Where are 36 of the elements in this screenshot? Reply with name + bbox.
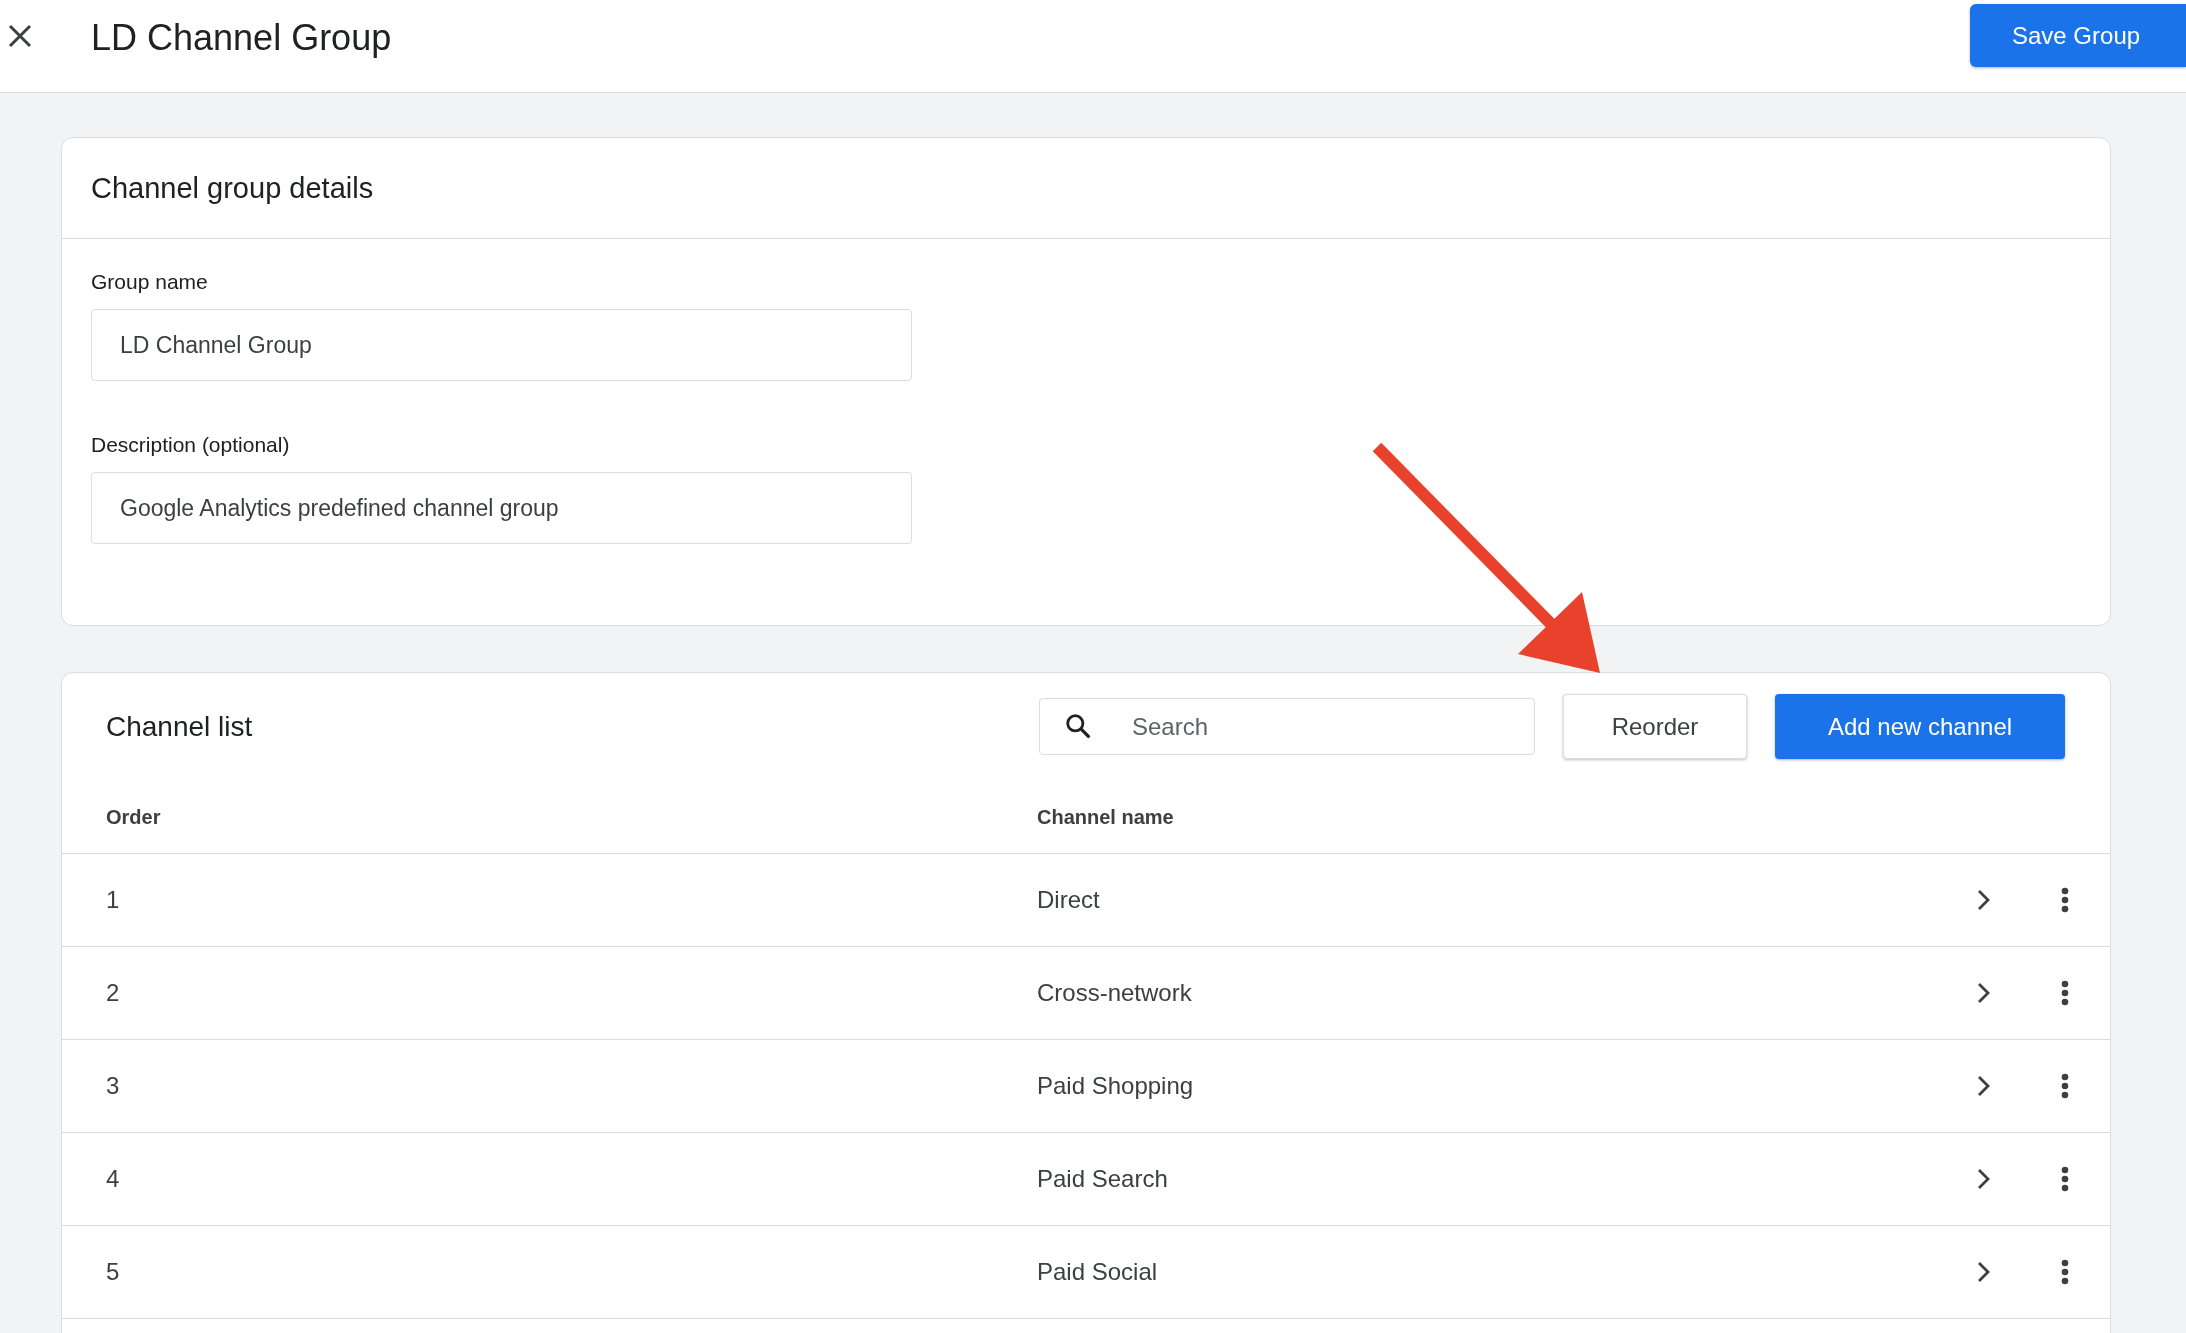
field-label: Description (optional) [91, 432, 291, 458]
page-title: LD Channel Group [91, 16, 393, 60]
column-header: Channel name [1037, 806, 1175, 829]
more-vertical-icon [2061, 887, 2069, 913]
channel-name-cell-text: Direct [1037, 886, 1101, 914]
card-title: Channel group details [91, 171, 374, 205]
more-vertical-icon [2061, 980, 2069, 1006]
close-icon [8, 24, 32, 48]
search-icon [1065, 713, 1091, 739]
chevron-right-icon [1977, 1075, 1991, 1097]
card-title: Channel list [106, 710, 254, 743]
more-vertical-icon [2061, 1073, 2069, 1099]
order-cell-text: 2 [106, 979, 121, 1007]
column-header: Order [106, 806, 162, 829]
field-label: Group name [91, 269, 209, 295]
save-group-button[interactable]: Save Group [1970, 4, 2186, 67]
chevron-right-icon [1977, 982, 1991, 1004]
more-vertical-icon [2061, 1166, 2069, 1192]
channel-name-cell-text: Paid Social [1037, 1258, 1159, 1286]
channel-name-cell-text: Paid Shopping [1037, 1072, 1195, 1100]
channel-name-cell-text: Paid Search [1037, 1165, 1169, 1193]
channel-name-cell-text: Cross-network [1037, 979, 1193, 1007]
text-field[interactable]: LD Channel Group [91, 309, 912, 381]
order-cell-text: 5 [106, 1258, 121, 1286]
close-button[interactable] [6, 22, 34, 50]
chevron-right-icon [1977, 889, 1991, 911]
order-cell-text: 4 [106, 1165, 121, 1193]
chevron-right-icon [1977, 1261, 1991, 1283]
search-field[interactable]: Search [1039, 698, 1535, 755]
order-cell-text: 3 [106, 1072, 121, 1100]
more-vertical-icon [2061, 1259, 2069, 1285]
order-cell-text: 1 [106, 886, 121, 914]
reorder-button[interactable]: Reorder [1563, 694, 1747, 759]
add-channel-button[interactable]: Add new channel [1775, 694, 2065, 759]
text-field[interactable]: Google Analytics predefined channel group [91, 472, 912, 544]
chevron-right-icon [1977, 1168, 1991, 1190]
